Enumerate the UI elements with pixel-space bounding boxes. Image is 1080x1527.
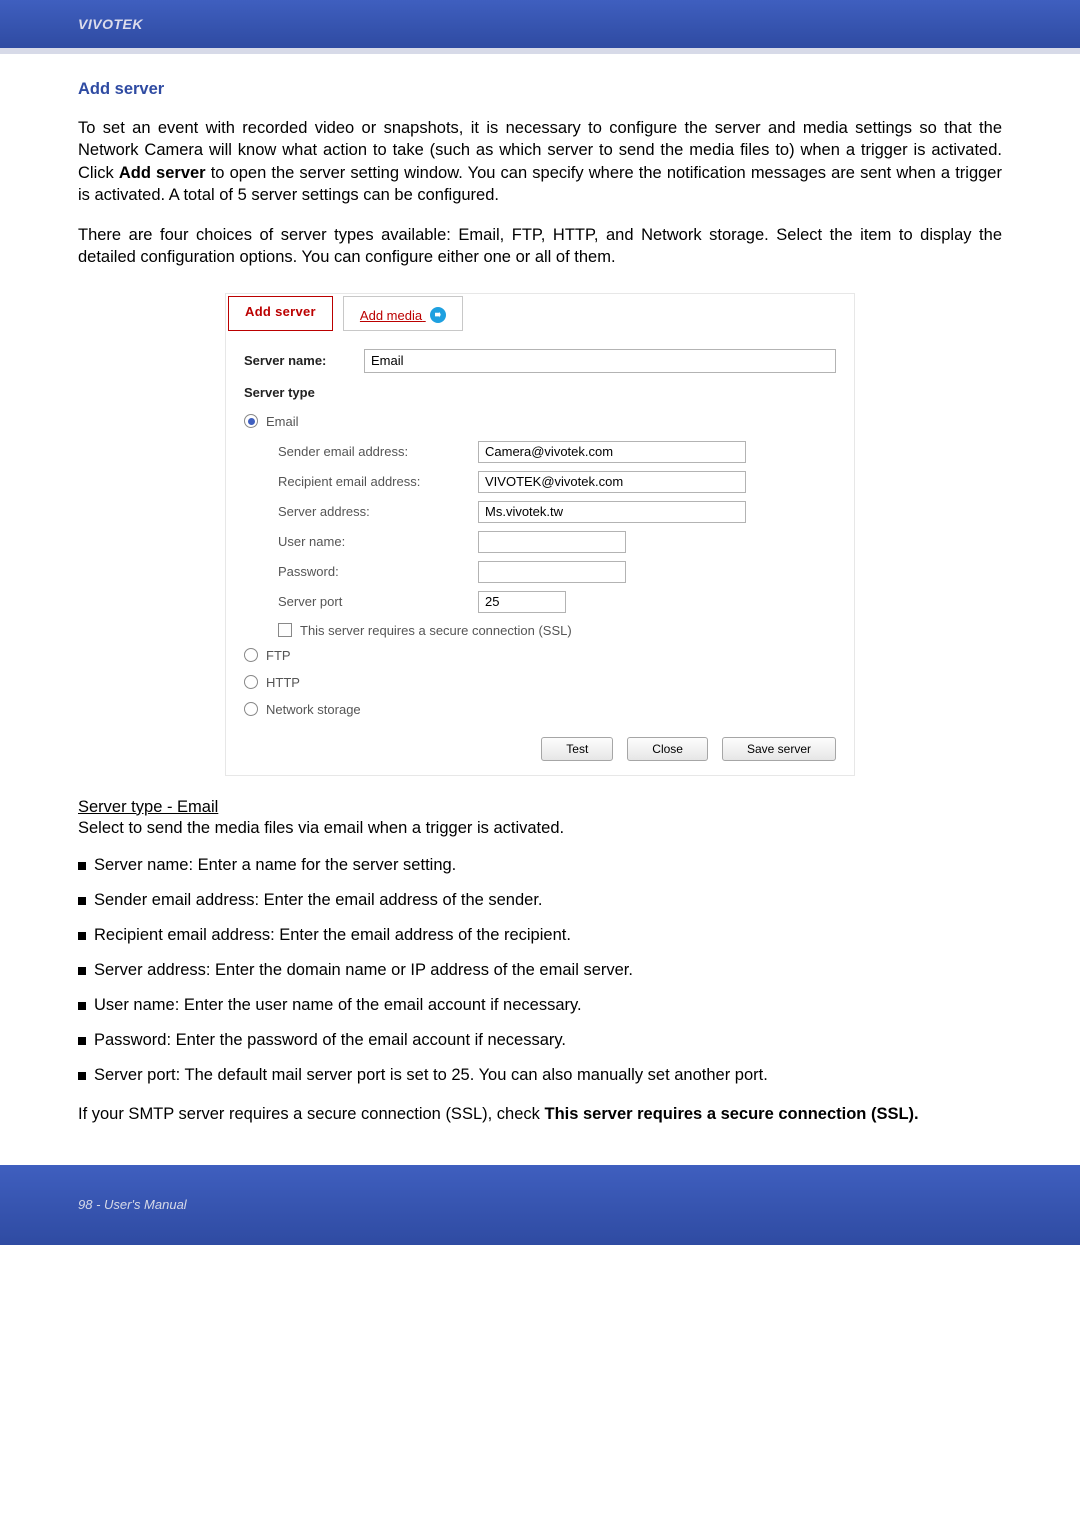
footer-banner: 98 - User's Manual bbox=[0, 1165, 1080, 1245]
radio-http-dot bbox=[244, 675, 258, 689]
server-address-label: Server address: bbox=[278, 504, 478, 519]
email-section-desc: Select to send the media files via email… bbox=[78, 819, 1002, 838]
radio-network-storage-dot bbox=[244, 702, 258, 716]
username-label: User name: bbox=[278, 534, 478, 549]
radio-network-storage-label: Network storage bbox=[266, 702, 361, 717]
server-port-label: Server port bbox=[278, 594, 478, 609]
email-fields: Sender email address: Recipient email ad… bbox=[278, 441, 836, 613]
recipient-input[interactable] bbox=[478, 471, 746, 493]
save-server-button[interactable]: Save server bbox=[722, 737, 836, 761]
brand: VIVOTEK bbox=[78, 16, 143, 32]
test-button[interactable]: Test bbox=[541, 737, 613, 761]
intro-p1-bold: Add server bbox=[119, 164, 206, 182]
add-server-dialog: Add server Add media Server name: Server… bbox=[225, 293, 855, 776]
bullet-text: Server port: The default mail server por… bbox=[94, 1066, 768, 1085]
list-item: Server address: Enter the domain name or… bbox=[78, 961, 1002, 980]
password-input[interactable] bbox=[478, 561, 626, 583]
close-button[interactable]: Close bbox=[627, 737, 708, 761]
server-type-heading: Server type bbox=[244, 385, 836, 400]
radio-http[interactable]: HTTP bbox=[244, 675, 836, 690]
add-media-arrow-icon bbox=[430, 307, 446, 323]
radio-ftp[interactable]: FTP bbox=[244, 648, 836, 663]
bullet-icon bbox=[78, 1037, 86, 1045]
bullet-icon bbox=[78, 932, 86, 940]
recipient-label: Recipient email address: bbox=[278, 474, 478, 489]
server-name-label: Server name: bbox=[244, 353, 364, 368]
list-item: Server port: The default mail server por… bbox=[78, 1066, 1002, 1085]
bullet-text: Recipient email address: Enter the email… bbox=[94, 926, 571, 945]
bullet-icon bbox=[78, 1072, 86, 1080]
bullet-text: Server name: Enter a name for the server… bbox=[94, 856, 456, 875]
intro-p1-b: to open the server setting window. You c… bbox=[78, 164, 1002, 204]
ssl-checkbox[interactable] bbox=[278, 623, 292, 637]
radio-email-label: Email bbox=[266, 414, 299, 429]
radio-ftp-label: FTP bbox=[266, 648, 291, 663]
radio-http-label: HTTP bbox=[266, 675, 300, 690]
ssl-note-bold: This server requires a secure connection… bbox=[544, 1105, 918, 1123]
tab-add-server[interactable]: Add server bbox=[228, 296, 333, 331]
radio-ftp-dot bbox=[244, 648, 258, 662]
bullet-icon bbox=[78, 1002, 86, 1010]
server-port-input[interactable] bbox=[478, 591, 566, 613]
password-label: Password: bbox=[278, 564, 478, 579]
dialog-body: Server name: Server type Email Sender em… bbox=[226, 337, 854, 775]
ssl-check-row[interactable]: This server requires a secure connection… bbox=[278, 623, 836, 638]
radio-email-dot bbox=[244, 414, 258, 428]
server-address-input[interactable] bbox=[478, 501, 746, 523]
ssl-note: If your SMTP server requires a secure co… bbox=[78, 1103, 1002, 1125]
dialog-buttons: Test Close Save server bbox=[244, 729, 836, 761]
email-bullet-list: Server name: Enter a name for the server… bbox=[78, 856, 1002, 1085]
bullet-icon bbox=[78, 862, 86, 870]
list-item: Sender email address: Enter the email ad… bbox=[78, 891, 1002, 910]
list-item: Server name: Enter a name for the server… bbox=[78, 856, 1002, 875]
sender-input[interactable] bbox=[478, 441, 746, 463]
bullet-text: Server address: Enter the domain name or… bbox=[94, 961, 633, 980]
section-title: Add server bbox=[78, 80, 1002, 99]
dialog-tabs: Add server Add media bbox=[226, 294, 854, 337]
ssl-label: This server requires a secure connection… bbox=[300, 623, 572, 638]
list-item: User name: Enter the user name of the em… bbox=[78, 996, 1002, 1015]
bullet-icon bbox=[78, 897, 86, 905]
intro-paragraph: To set an event with recorded video or s… bbox=[78, 117, 1002, 206]
tab-add-media-label: Add media bbox=[360, 308, 422, 323]
bullet-icon bbox=[78, 967, 86, 975]
sender-label: Sender email address: bbox=[278, 444, 478, 459]
header-banner: VIVOTEK bbox=[0, 0, 1080, 48]
server-name-row: Server name: bbox=[244, 349, 836, 373]
tab-add-media[interactable]: Add media bbox=[343, 296, 463, 331]
footer-text: 98 - User's Manual bbox=[78, 1197, 187, 1212]
radio-network-storage[interactable]: Network storage bbox=[244, 702, 836, 717]
server-name-input[interactable] bbox=[364, 349, 836, 373]
bullet-text: User name: Enter the user name of the em… bbox=[94, 996, 582, 1015]
intro-paragraph-2: There are four choices of server types a… bbox=[78, 224, 1002, 269]
radio-email[interactable]: Email bbox=[244, 414, 836, 429]
list-item: Password: Enter the password of the emai… bbox=[78, 1031, 1002, 1050]
list-item: Recipient email address: Enter the email… bbox=[78, 926, 1002, 945]
email-section-heading: Server type - Email bbox=[78, 798, 218, 817]
username-input[interactable] bbox=[478, 531, 626, 553]
bullet-text: Sender email address: Enter the email ad… bbox=[94, 891, 543, 910]
page-content: Add server To set an event with recorded… bbox=[0, 54, 1080, 1165]
bullet-text: Password: Enter the password of the emai… bbox=[94, 1031, 566, 1050]
ssl-note-a: If your SMTP server requires a secure co… bbox=[78, 1105, 544, 1123]
